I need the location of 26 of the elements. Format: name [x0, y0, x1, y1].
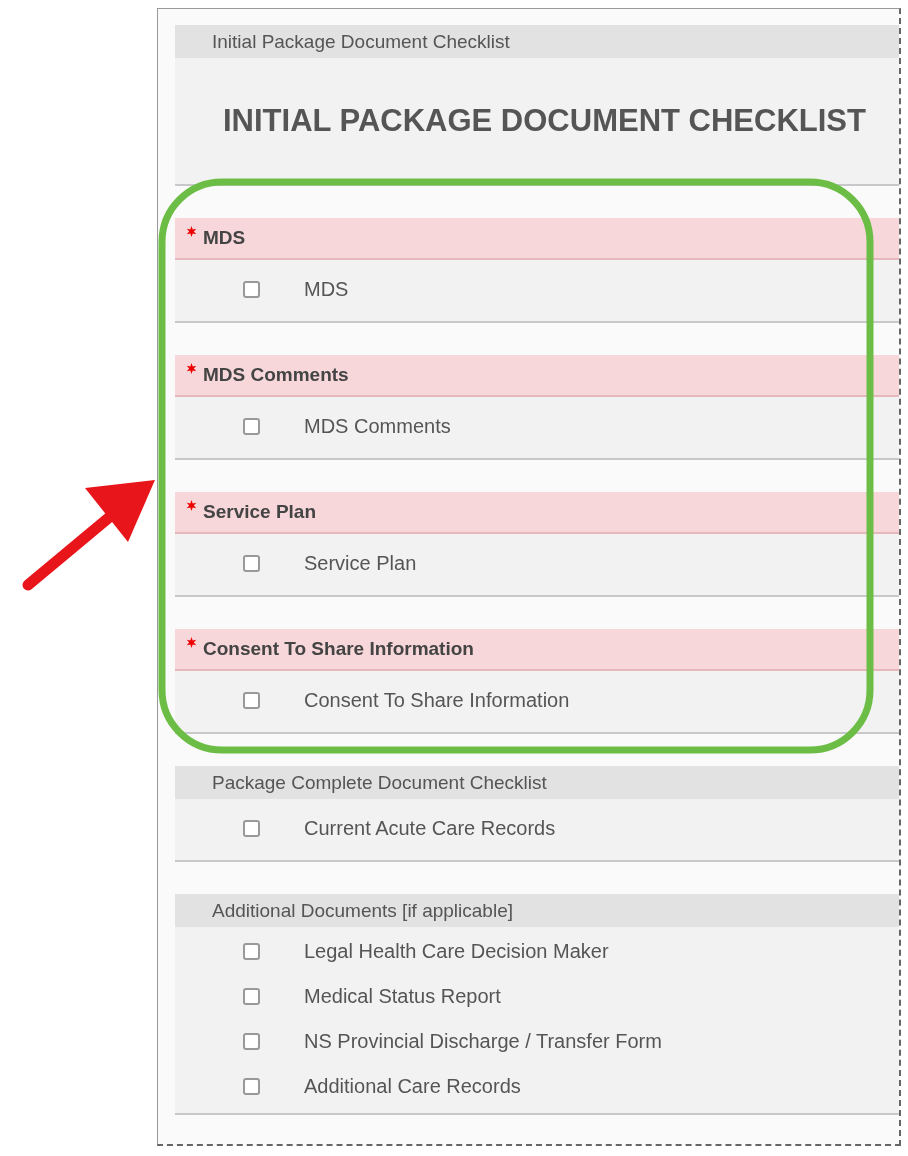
section-header: Additional Documents [if applicable] [175, 894, 899, 927]
checkbox[interactable] [243, 988, 260, 1005]
checklist-heading: INITIAL PACKAGE DOCUMENT CHECKLIST [222, 102, 867, 140]
checkbox-label: Consent To Share Information [304, 689, 570, 712]
checkbox[interactable] [243, 820, 260, 837]
checkbox-label: Current Acute Care Records [304, 817, 556, 840]
checkbox[interactable] [243, 555, 260, 572]
section-header: Initial Package Document Checklist [175, 25, 899, 58]
checkbox[interactable] [243, 1033, 260, 1050]
section-title: Consent To Share Information [203, 638, 474, 660]
checkbox[interactable] [243, 1078, 260, 1095]
checkbox-label: Service Plan [304, 552, 417, 575]
checkbox-label: MDS [304, 278, 349, 301]
checkbox-label: Legal Health Care Decision Maker [304, 940, 609, 963]
checkbox[interactable] [243, 943, 260, 960]
checkbox-label: Additional Care Records [304, 1075, 521, 1098]
checkbox-label: MDS Comments [304, 415, 451, 438]
checkbox[interactable] [243, 281, 260, 298]
section-title: Service Plan [203, 501, 317, 523]
checkbox-label: Medical Status Report [304, 985, 501, 1008]
section-title: MDS Comments [203, 364, 349, 386]
section-header: Package Complete Document Checklist [175, 766, 899, 799]
checkbox[interactable] [243, 692, 260, 709]
section-title: MDS [203, 227, 246, 249]
checkbox-label: NS Provincial Discharge / Transfer Form [304, 1030, 662, 1053]
checkbox[interactable] [243, 418, 260, 435]
